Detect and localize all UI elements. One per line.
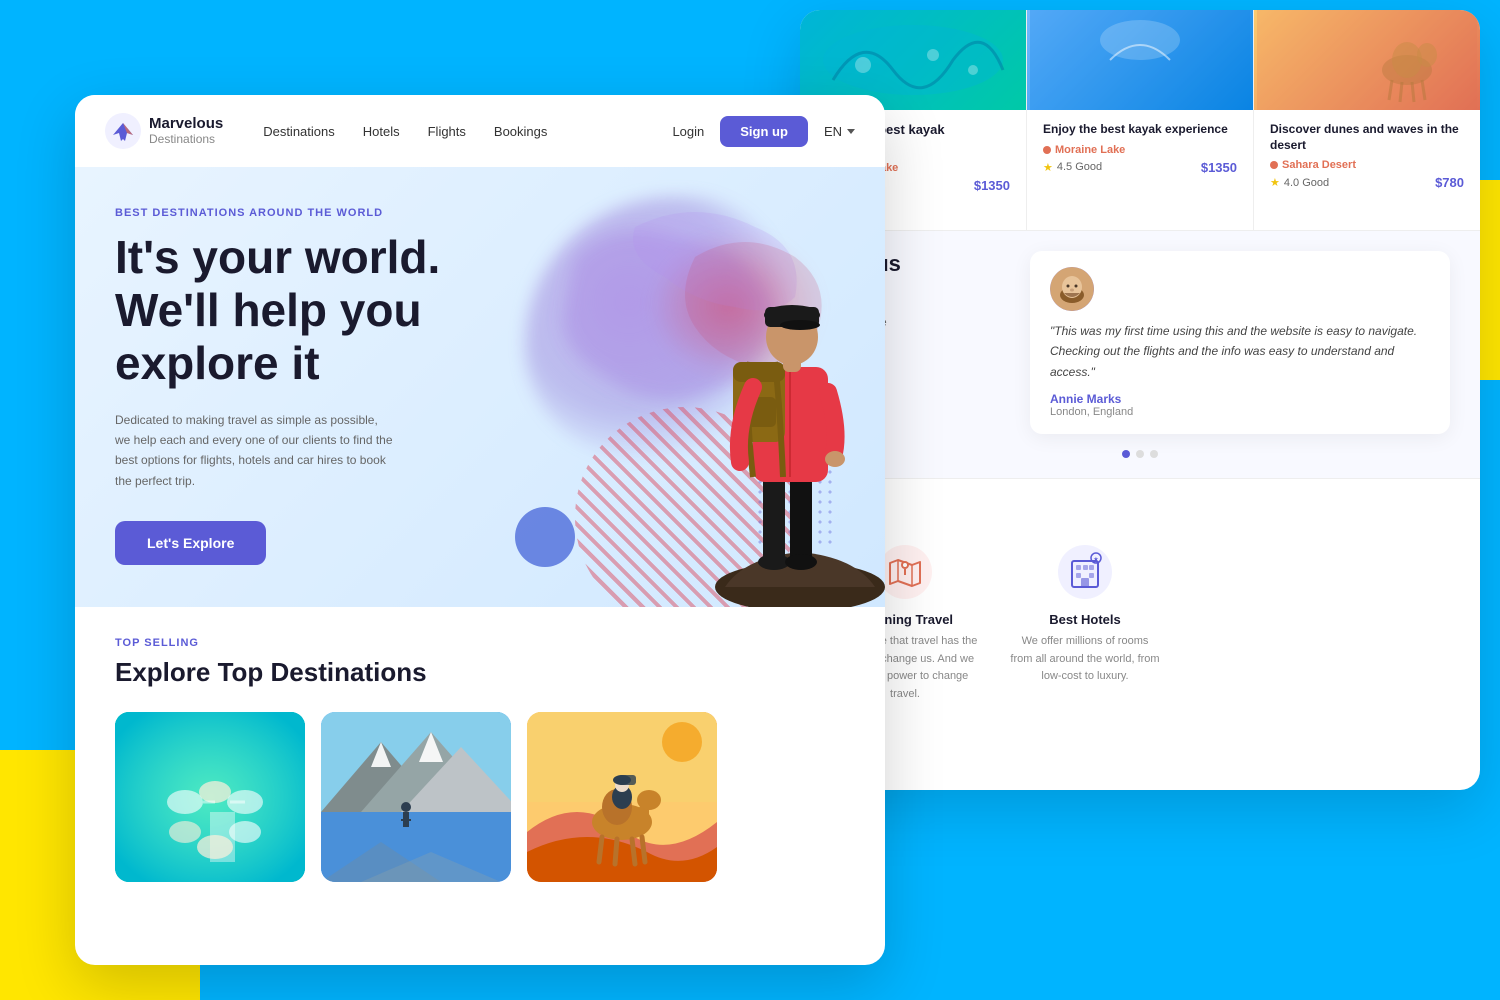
rating-value-kayak2: 4.5 Good bbox=[1057, 161, 1102, 173]
price-desert: $780 bbox=[1435, 175, 1464, 190]
dest-info-kayak2: Enjoy the best kayak experience Moraine … bbox=[1027, 110, 1253, 187]
service-desc-hotels: We offer millions of rooms from all arou… bbox=[1010, 633, 1160, 686]
price-kayak: $1350 bbox=[974, 178, 1010, 193]
logo: Marvelous Destinations bbox=[105, 113, 223, 149]
dest-title-kayak2-text: Enjoy the best kayak experience bbox=[1043, 122, 1228, 136]
nav-language-selector[interactable]: EN bbox=[824, 124, 855, 139]
nav-links: Destinations Hotels Flights Bookings bbox=[263, 124, 672, 139]
main-card: Marvelous Destinations Destinations Hote… bbox=[75, 95, 885, 965]
nav-link-bookings[interactable]: Bookings bbox=[494, 124, 547, 139]
svg-text:★: ★ bbox=[1093, 556, 1098, 563]
dest-preview-maldives[interactable] bbox=[115, 712, 305, 882]
rating-value-desert: 4.0 Good bbox=[1284, 177, 1329, 189]
dest-img-desert bbox=[1254, 10, 1480, 110]
testimonial-card: "This was my first time using this and t… bbox=[1030, 251, 1450, 434]
about-section: ...ut us ...d the ...g out the ...rstand bbox=[800, 231, 1480, 478]
logo-sub-text: Destinations bbox=[149, 132, 223, 146]
nav-link-flights[interactable]: Flights bbox=[428, 124, 466, 139]
services-title-partial: ...ices bbox=[830, 499, 1450, 522]
nav-login[interactable]: Login bbox=[672, 124, 704, 139]
lang-text: EN bbox=[824, 124, 842, 139]
service-hotels: ★ Best Hotels We offer millions of rooms… bbox=[1010, 542, 1160, 703]
testimonial-author-name: Annie Marks bbox=[1050, 392, 1430, 406]
logo-icon bbox=[105, 113, 141, 149]
star-icon-2: ★ bbox=[1043, 161, 1053, 174]
testimonial-author-location: London, England bbox=[1050, 406, 1430, 418]
nav-actions: Login Sign up EN bbox=[672, 116, 855, 147]
nav-link-hotels[interactable]: Hotels bbox=[363, 124, 400, 139]
chevron-down-icon bbox=[847, 129, 855, 134]
hero-title: It's your world.We'll help youexplore it bbox=[115, 231, 495, 390]
desert-svg-decoration bbox=[1254, 10, 1480, 110]
service-name-hotels: Best Hotels bbox=[1010, 612, 1160, 627]
logo-main-text: Marvelous bbox=[149, 116, 223, 133]
dest-card-desert[interactable]: Discover dunes and waves in the desert S… bbox=[1254, 10, 1480, 230]
star-icon-3: ★ bbox=[1270, 176, 1280, 189]
mountain-svg bbox=[321, 712, 511, 882]
testimonial-quote: "This was my first time using this and t… bbox=[1050, 321, 1430, 382]
dest-img-kayak2 bbox=[1027, 10, 1253, 110]
price-kayak2: $1350 bbox=[1201, 160, 1237, 175]
bottom-section: TOP SELLING Explore Top Destinations bbox=[75, 607, 885, 912]
dest-info-desert: Discover dunes and waves in the desert S… bbox=[1254, 110, 1480, 202]
hero-section: BEST DESTINATIONS AROUND THE WORLD It's … bbox=[75, 167, 885, 607]
destinations-preview-row bbox=[115, 712, 845, 882]
dest-title-desert: Discover dunes and waves in the desert bbox=[1270, 122, 1464, 153]
location-pin-kayak2 bbox=[1043, 146, 1051, 154]
ocean-svg-decoration bbox=[1027, 10, 1253, 110]
dest-card-kayak2[interactable]: Enjoy the best kayak experience Moraine … bbox=[1027, 10, 1253, 230]
top-destinations-row: Enjoy the best kayak experience Moraine … bbox=[800, 10, 1480, 230]
location-name-desert: Sahara Desert bbox=[1282, 159, 1356, 171]
dot-1[interactable] bbox=[1122, 450, 1130, 458]
avatar-svg bbox=[1050, 267, 1094, 311]
testimonial-dots bbox=[830, 450, 1450, 458]
navbar: Marvelous Destinations Destinations Hote… bbox=[75, 95, 885, 167]
planning-travel-icon bbox=[878, 545, 932, 599]
dest-location-desert: Sahara Desert bbox=[1270, 159, 1464, 171]
right-card: Enjoy the best kayak experience Moraine … bbox=[800, 10, 1480, 790]
top-selling-badge: TOP SELLING bbox=[115, 637, 845, 649]
hero-person-figure bbox=[645, 167, 885, 607]
dest-preview-mountain[interactable] bbox=[321, 712, 511, 882]
location-name-kayak2: Moraine Lake bbox=[1055, 144, 1125, 156]
top-selling-title: Explore Top Destinations bbox=[115, 657, 845, 688]
testimonial-avatar bbox=[1050, 267, 1094, 311]
dot-3[interactable] bbox=[1150, 450, 1158, 458]
service-icon-hotels: ★ bbox=[1055, 542, 1115, 602]
services-section: ...ices Planning bbox=[800, 479, 1480, 723]
nav-signup-button[interactable]: Sign up bbox=[720, 116, 808, 147]
services-row: Planning Travel We believe that travel h… bbox=[830, 542, 1450, 703]
desert-camel-svg bbox=[527, 712, 717, 882]
best-hotels-icon: ★ bbox=[1058, 545, 1112, 599]
dest-footer-kayak2: ★ 4.5 Good $1350 bbox=[1043, 160, 1237, 175]
location-pin-desert bbox=[1270, 161, 1278, 169]
rating-desert: ★ 4.0 Good bbox=[1270, 176, 1329, 189]
dest-title-kayak2: Enjoy the best kayak experience bbox=[1043, 122, 1237, 138]
nav-link-destinations[interactable]: Destinations bbox=[263, 124, 335, 139]
hero-cta-button[interactable]: Let's Explore bbox=[115, 521, 266, 565]
dest-footer-desert: ★ 4.0 Good $780 bbox=[1270, 175, 1464, 190]
maldives-svg bbox=[115, 712, 305, 882]
hero-description: Dedicated to making travel as simple as … bbox=[115, 410, 395, 492]
logo-text: Marvelous Destinations bbox=[149, 116, 223, 147]
rating-kayak2: ★ 4.5 Good bbox=[1043, 161, 1102, 174]
dest-preview-desert[interactable] bbox=[527, 712, 717, 882]
dot-2[interactable] bbox=[1136, 450, 1144, 458]
dest-location-kayak2: Moraine Lake bbox=[1043, 144, 1237, 156]
